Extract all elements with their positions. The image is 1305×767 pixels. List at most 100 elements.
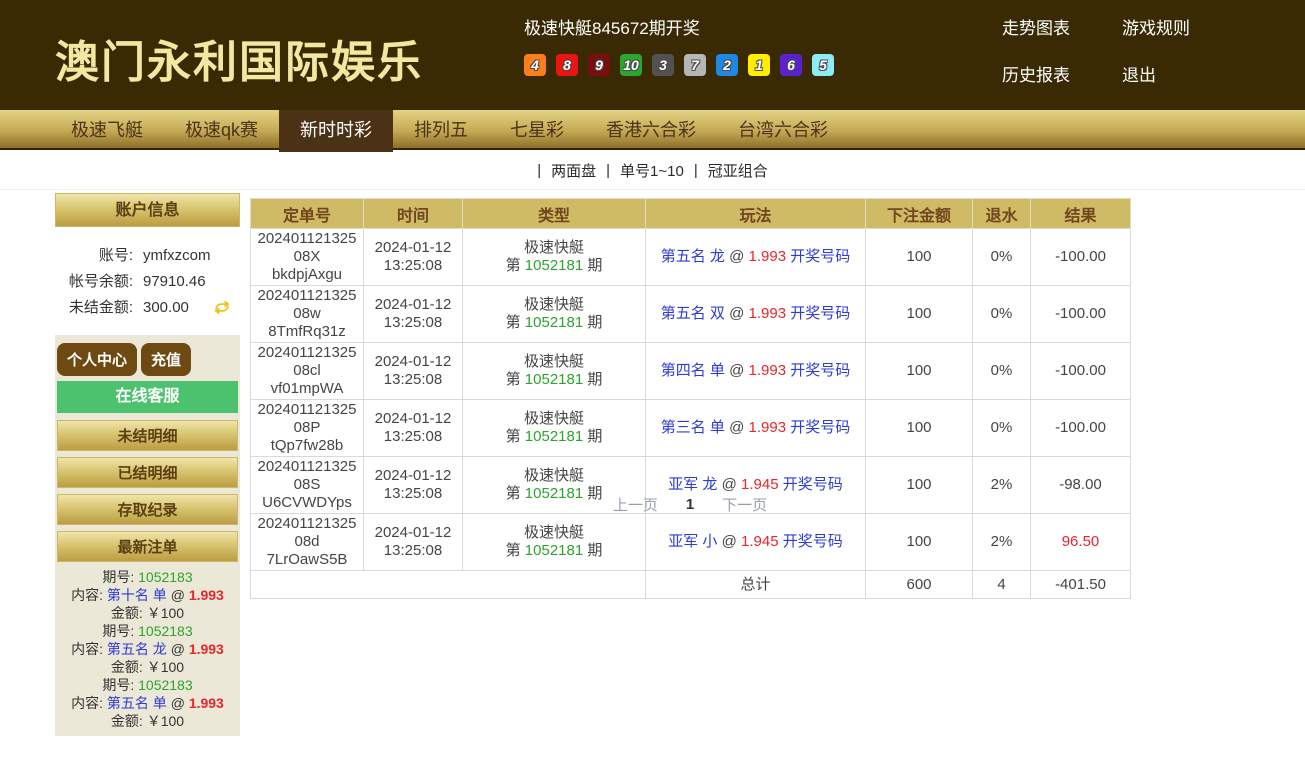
result-value: -100.00: [1055, 362, 1106, 379]
rebate-cell: 0%: [973, 400, 1031, 457]
bet-amount-line: 金额: ￥100: [57, 712, 238, 730]
period-number: 1052181: [525, 542, 583, 559]
deposit-button[interactable]: 充值: [141, 343, 191, 376]
refresh-icon[interactable]: [211, 299, 233, 316]
bet-odds: 1.993: [189, 695, 224, 711]
header-link[interactable]: 历史报表: [1002, 61, 1070, 86]
bet-play: 第五名 龙: [107, 641, 167, 657]
latest-bet-item: 期号: 1052183 内容: 第十名 单 @ 1.993 金额: ￥100: [57, 568, 238, 622]
header-link[interactable]: 走势图表: [1002, 14, 1070, 39]
amount-cell: 100: [866, 343, 973, 400]
lottery-ball: 4: [524, 54, 546, 76]
online-service-button[interactable]: 在线客服: [57, 381, 238, 413]
header-link[interactable]: 退出: [1122, 61, 1190, 86]
type-cell: 极速快艇 第 1052181 期: [463, 286, 646, 343]
period-suffix: 期: [587, 314, 602, 331]
subnav-link[interactable]: 两面盘: [551, 160, 596, 181]
total-amount-cell: 600: [866, 571, 973, 599]
lottery-ball: 1: [748, 54, 770, 76]
sidebar-menu-button[interactable]: 最新注单: [57, 531, 238, 562]
rebate-cell: 0%: [973, 343, 1031, 400]
type-cell: 极速快艇 第 1052181 期: [463, 514, 646, 571]
bet-amount-label: 金额:: [111, 713, 143, 729]
site-logo: 澳门永利国际娱乐: [55, 26, 423, 90]
play-odds: 1.993: [749, 305, 787, 322]
subnav-links: | 两面盘 | 单号1~10 | 冠亚组合: [537, 160, 768, 181]
amount-cell: 100: [866, 286, 973, 343]
lottery-ball: 8: [556, 54, 578, 76]
sidebar-menu-button[interactable]: 未结明细: [57, 420, 238, 451]
time-cell: 2024-01-12 13:25:08: [364, 514, 463, 571]
table-header-cell: 退水: [973, 199, 1031, 229]
period-prefix: 第: [506, 257, 521, 274]
rebate-cell: 0%: [973, 229, 1031, 286]
type-period: 第 1052181 期: [466, 371, 642, 389]
sidebar-menu-button[interactable]: 已结明细: [57, 457, 238, 488]
play-cell: 第五名 双 @ 1.993 开奖号码: [646, 286, 866, 343]
play-odds: 1.993: [749, 419, 787, 436]
play-odds: 1.945: [741, 476, 779, 493]
type-name: 极速快艇: [466, 296, 642, 314]
result-value: -100.00: [1055, 248, 1106, 265]
type-cell: 极速快艇 第 1052181 期: [463, 343, 646, 400]
nav-tab[interactable]: 排列五: [393, 110, 489, 148]
profile-button[interactable]: 个人中心: [57, 343, 137, 376]
account-row-label: 未结金额:: [55, 297, 133, 318]
rebate-cell: 0%: [973, 286, 1031, 343]
prev-page-button[interactable]: 上一页: [613, 494, 658, 515]
period-number: 1052181: [525, 314, 583, 331]
bets-table: 定单号时间类型玩法下注金额退水结果 20240112132508X bkdpjA…: [250, 198, 1131, 599]
draw-numbers-link[interactable]: 开奖号码: [783, 476, 843, 493]
amount-cell: 100: [866, 400, 973, 457]
subnav-separator: |: [606, 162, 610, 179]
result-cell: -100.00: [1031, 229, 1131, 286]
latest-bet-item: 期号: 1052183 内容: 第五名 单 @ 1.993 金额: ￥100: [57, 676, 238, 730]
current-page[interactable]: 1: [686, 496, 694, 513]
sidebar-menu-button[interactable]: 存取纪录: [57, 494, 238, 525]
draw-numbers-link[interactable]: 开奖号码: [790, 419, 850, 436]
nav-tab[interactable]: 香港六合彩: [585, 110, 717, 148]
ball-number: 7: [691, 57, 699, 73]
bet-amount-value: ￥100: [147, 659, 184, 675]
order-id-cell: 20240112132508cl vf01mpWA: [251, 343, 364, 400]
nav-tab[interactable]: 极速qk赛: [164, 110, 279, 148]
draw-numbers-link[interactable]: 开奖号码: [790, 305, 850, 322]
bet-content-label: 内容:: [71, 641, 103, 657]
type-name: 极速快艇: [466, 353, 642, 371]
table-header-cell: 类型: [463, 199, 646, 229]
table-row: 20240112132508X bkdpjAxgu 2024-01-12 13:…: [251, 229, 1131, 286]
header-link[interactable]: 游戏规则: [1122, 14, 1190, 39]
order-id-cell: 20240112132508w 8TmfRq31z: [251, 286, 364, 343]
nav-tab[interactable]: 七星彩: [489, 110, 585, 148]
bet-odds: 1.993: [189, 587, 224, 603]
ball-number: 10: [623, 57, 639, 73]
period-number: 1052181: [525, 257, 583, 274]
next-page-button[interactable]: 下一页: [722, 494, 767, 515]
order-id-cell: 20240112132508X bkdpjAxgu: [251, 229, 364, 286]
period-suffix: 期: [587, 257, 602, 274]
bet-content-line: 内容: 第十名 单 @ 1.993: [57, 586, 238, 604]
result-cell: 96.50: [1031, 514, 1131, 571]
play-cell: 亚军 小 @ 1.945 开奖号码: [646, 514, 866, 571]
nav-tab[interactable]: 极速飞艇: [50, 110, 164, 148]
draw-title: 极速快艇845672期开奖: [524, 14, 834, 39]
table-row: 20240112132508cl vf01mpWA 2024-01-12 13:…: [251, 343, 1131, 400]
nav-tab[interactable]: 新时时彩: [279, 110, 393, 156]
table-row: 20240112132508w 8TmfRq31z 2024-01-12 13:…: [251, 286, 1131, 343]
draw-numbers-link[interactable]: 开奖号码: [783, 533, 843, 550]
play-name: 第三名 单: [661, 419, 725, 436]
draw-numbers-link[interactable]: 开奖号码: [790, 248, 850, 265]
type-name: 极速快艇: [466, 239, 642, 257]
bet-amount-line: 金额: ￥100: [57, 604, 238, 622]
table-header-cell: 结果: [1031, 199, 1131, 229]
lottery-ball: 3: [652, 54, 674, 76]
nav-tab[interactable]: 台湾六合彩: [717, 110, 849, 148]
account-row-label: 账号:: [55, 245, 133, 266]
subnav-link[interactable]: 冠亚组合: [708, 160, 768, 181]
bet-content-line: 内容: 第五名 龙 @ 1.993: [57, 640, 238, 658]
bet-amount-line: 金额: ￥100: [57, 658, 238, 676]
table-header-cell: 下注金额: [866, 199, 973, 229]
draw-numbers-link[interactable]: 开奖号码: [790, 362, 850, 379]
order-id-cell: 20240112132508d 7LrOawS5B: [251, 514, 364, 571]
subnav-link[interactable]: 单号1~10: [620, 160, 684, 181]
